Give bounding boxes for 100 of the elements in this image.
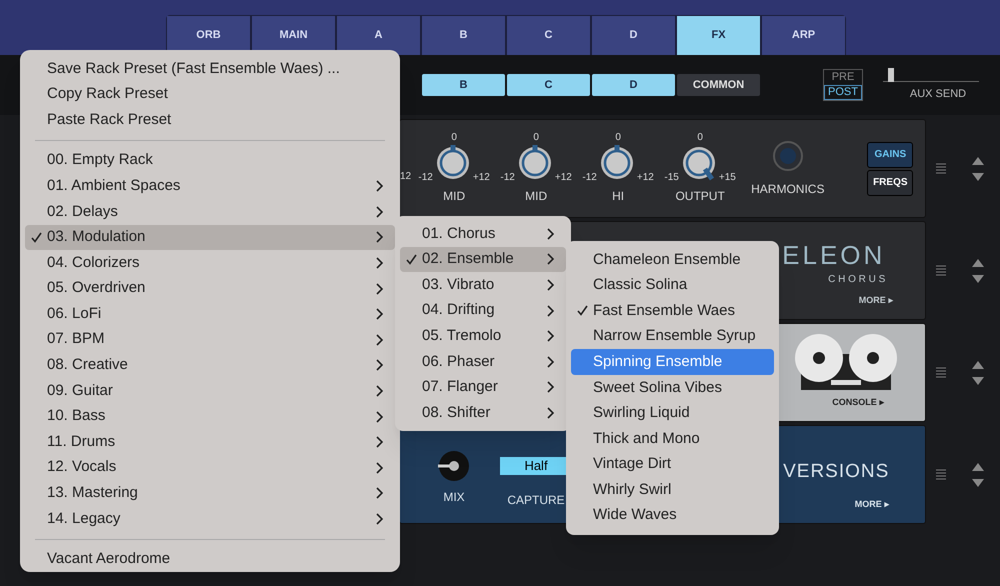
chevron-right-icon xyxy=(376,384,383,397)
knob-scale-label: -12 xyxy=(418,172,433,182)
checkmark-icon xyxy=(406,254,417,265)
menu-item[interactable]: 08. Creative xyxy=(25,352,395,378)
menu-item[interactable]: 05. Overdriven xyxy=(25,276,395,302)
menu-item[interactable]: 08. Shifter xyxy=(400,400,566,426)
menu-item[interactable]: 07. BPM xyxy=(25,326,395,353)
more-button[interactable]: MORE ▸ xyxy=(854,498,890,511)
menu-item[interactable]: 00. Empty Rack xyxy=(25,148,395,174)
tab[interactable]: C xyxy=(507,16,590,55)
tab[interactable]: D xyxy=(592,16,675,55)
rack-tab[interactable]: C xyxy=(507,74,590,96)
menu-item[interactable]: 04. Drifting xyxy=(400,298,566,324)
menu-item[interactable]: 01. Ambient Spaces xyxy=(25,173,395,199)
knob-scale-label: 12 xyxy=(400,170,412,184)
checkmark-icon xyxy=(577,305,588,316)
plugin-logo-subtitle: C H O R U S xyxy=(828,273,886,287)
menu-item[interactable]: Classic Solina xyxy=(571,272,774,298)
chevron-right-icon xyxy=(547,381,554,394)
menu-item[interactable]: 06. LoFi xyxy=(25,301,395,327)
menu-item[interactable]: 06. Phaser xyxy=(400,348,566,375)
chevron-right-icon xyxy=(376,410,383,423)
knob-scale-label: +15 xyxy=(718,172,736,182)
tab[interactable]: FX xyxy=(677,16,760,55)
move-up-icon[interactable] xyxy=(972,156,984,164)
menu-item[interactable]: 04. Colorizers xyxy=(25,250,395,276)
chevron-right-icon xyxy=(547,278,554,291)
tab[interactable]: A xyxy=(337,16,420,55)
knob-scale-label: +12 xyxy=(554,172,572,182)
move-down-icon[interactable] xyxy=(972,172,984,180)
chevron-right-icon xyxy=(547,253,554,266)
slider-label: AUX SEND xyxy=(910,86,966,102)
select-label: CAPTURE xyxy=(507,492,565,508)
menu-item[interactable]: Wide Waves xyxy=(571,502,774,529)
drag-handle-icon[interactable] xyxy=(936,264,946,276)
checkmark-icon xyxy=(31,232,42,243)
menu-item[interactable]: 05. Tremolo xyxy=(400,323,566,349)
aux-send-slider[interactable] xyxy=(883,68,979,82)
menu-item[interactable]: Vacant Aerodrome xyxy=(25,546,395,572)
menu-item[interactable]: 02. Ensemble xyxy=(400,246,566,272)
chevron-right-icon xyxy=(547,304,554,317)
rack-tab[interactable]: B xyxy=(422,74,505,96)
drag-handle-icon[interactable] xyxy=(936,162,946,174)
menu-item[interactable]: Sweet Solina Vibes xyxy=(571,374,774,401)
chevron-right-icon xyxy=(376,282,383,295)
menu-item[interactable]: Save Rack Preset (Fast Ensemble Waes) ... xyxy=(25,56,395,82)
mode-button[interactable]: GAINS xyxy=(867,142,914,168)
menu-item[interactable]: 14. Legacy xyxy=(25,506,395,532)
knob-scale-label: -12 xyxy=(500,172,515,182)
rack-tab[interactable]: D xyxy=(592,74,675,96)
menu-item[interactable]: 13. Mastering xyxy=(25,480,395,506)
menu-item[interactable]: Spinning Ensemble xyxy=(571,349,774,375)
menu-item[interactable]: 12. Vocals xyxy=(25,454,395,480)
move-up-icon[interactable] xyxy=(972,462,984,470)
menu-item[interactable]: Chameleon Ensemble xyxy=(571,247,774,273)
chevron-right-icon xyxy=(376,256,383,269)
rack-tab[interactable]: COMMON xyxy=(677,74,760,96)
move-down-icon[interactable] xyxy=(972,478,984,486)
knob-label: HI xyxy=(612,188,624,204)
pre-post-toggle[interactable]: PRE xyxy=(824,70,862,85)
console-button[interactable]: CONSOLE ▸ xyxy=(832,396,884,410)
menu-item[interactable]: 03. Modulation xyxy=(25,224,395,250)
move-down-icon[interactable] xyxy=(972,274,984,282)
knob-scale-label: +12 xyxy=(472,172,490,182)
move-down-icon[interactable] xyxy=(972,376,984,384)
menu-item[interactable]: Swirling Liquid xyxy=(571,400,774,426)
chevron-right-icon xyxy=(376,512,383,525)
drag-handle-icon[interactable] xyxy=(936,468,946,480)
knob-scale-label: -15 xyxy=(664,172,679,182)
menu-item[interactable]: Fast Ensemble Waes xyxy=(571,298,774,324)
mode-button[interactable]: FREQS xyxy=(867,170,914,196)
chevron-right-icon xyxy=(376,180,383,192)
chevron-right-icon xyxy=(547,356,554,368)
move-up-icon[interactable] xyxy=(972,360,984,368)
tab[interactable]: ARP xyxy=(762,16,845,55)
knob-scale-label: 0 xyxy=(697,132,703,142)
menu-item[interactable]: 02. Delays xyxy=(25,198,395,225)
more-button[interactable]: MORE ▸ xyxy=(858,294,894,307)
menu-item[interactable]: Vintage Dirt xyxy=(571,452,774,478)
tab[interactable]: B xyxy=(422,16,505,55)
menu-item[interactable]: 07. Flanger xyxy=(400,374,566,400)
knob-scale-label: 0 xyxy=(615,132,621,142)
menu-item[interactable]: 09. Guitar xyxy=(25,378,395,404)
menu-item[interactable]: Copy Rack Preset xyxy=(25,82,395,108)
menu-item[interactable]: 10. Bass xyxy=(25,404,395,430)
pre-post-toggle[interactable]: POST xyxy=(824,85,862,100)
menu-item[interactable]: Thick and Mono xyxy=(571,426,774,452)
move-up-icon[interactable] xyxy=(972,258,984,266)
slider-thumb[interactable] xyxy=(888,68,894,82)
chevron-right-icon xyxy=(376,462,383,474)
menu-item[interactable]: Paste Rack Preset xyxy=(25,107,395,133)
plugin-logo-text: VERSIONS xyxy=(783,460,890,484)
chevron-right-icon xyxy=(376,206,383,218)
chevron-right-icon xyxy=(547,406,554,419)
drag-handle-icon[interactable] xyxy=(936,366,946,378)
menu-item[interactable]: Whirly Swirl xyxy=(571,477,774,503)
menu-item[interactable]: 01. Chorus xyxy=(400,221,566,247)
menu-item[interactable]: 11. Drums xyxy=(25,429,395,455)
menu-item[interactable]: Narrow Ensemble Syrup xyxy=(571,324,774,350)
menu-item[interactable]: 03. Vibrato xyxy=(400,272,566,298)
